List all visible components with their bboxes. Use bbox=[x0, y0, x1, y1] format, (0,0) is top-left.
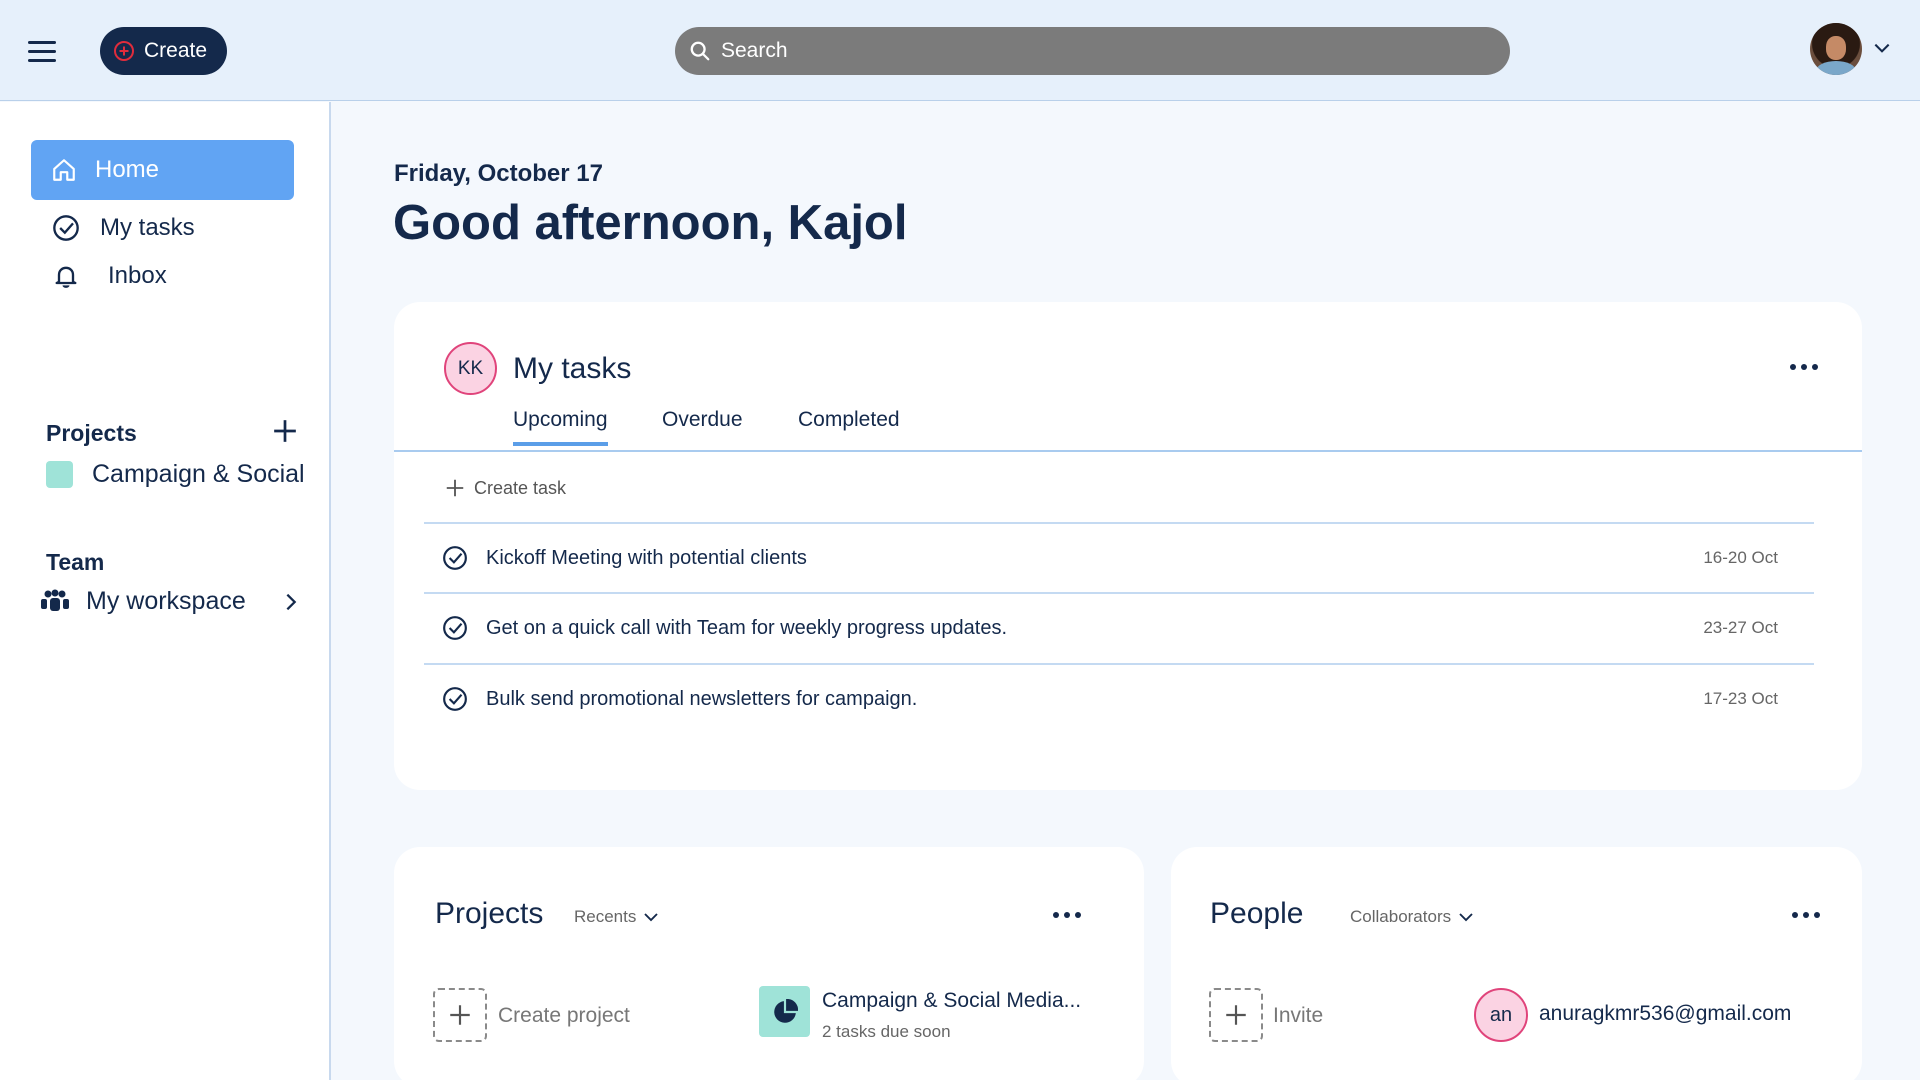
check-circle-icon[interactable] bbox=[442, 686, 468, 712]
task-row[interactable]: Bulk send promotional newsletters for ca… bbox=[424, 663, 1814, 733]
chevron-down-icon bbox=[644, 913, 659, 922]
plus-icon bbox=[446, 479, 464, 497]
create-project-button[interactable] bbox=[433, 988, 487, 1042]
sidebar-item-label: Campaign & Social bbox=[92, 460, 305, 488]
card-title: Projects bbox=[435, 897, 544, 930]
team-icon bbox=[41, 589, 69, 611]
task-title: Bulk send promotional newsletters for ca… bbox=[486, 687, 918, 710]
sidebar-item-label: My tasks bbox=[100, 214, 195, 241]
pie-chart-icon bbox=[773, 998, 798, 1023]
check-circle-icon bbox=[53, 215, 79, 241]
chevron-down-icon[interactable] bbox=[1872, 38, 1892, 58]
my-tasks-card: KK My tasks Upcoming Overdue Completed C… bbox=[394, 302, 1862, 790]
create-button[interactable]: Create bbox=[100, 27, 227, 75]
hamburger-menu-icon[interactable] bbox=[28, 34, 62, 68]
invite-label[interactable]: Invite bbox=[1273, 1004, 1323, 1028]
tab-upcoming[interactable]: Upcoming bbox=[513, 408, 608, 446]
projects-section-title: Projects bbox=[46, 420, 137, 446]
search-icon bbox=[690, 41, 710, 61]
search-bar[interactable] bbox=[675, 27, 1510, 75]
task-dates: 16-20 Oct bbox=[1703, 548, 1778, 567]
more-options-icon[interactable] bbox=[1788, 905, 1824, 925]
tab-overdue[interactable]: Overdue bbox=[662, 408, 743, 442]
sidebar-item-label: My workspace bbox=[86, 587, 246, 615]
sidebar-item-home[interactable]: Home bbox=[31, 140, 294, 200]
create-project-label[interactable]: Create project bbox=[498, 1004, 630, 1028]
plus-circle-icon bbox=[114, 41, 134, 61]
project-status: 2 tasks due soon bbox=[822, 1022, 951, 1041]
chevron-down-icon bbox=[1459, 913, 1473, 922]
check-circle-icon[interactable] bbox=[442, 615, 468, 641]
task-row[interactable]: Get on a quick call with Team for weekly… bbox=[424, 592, 1814, 662]
create-task-button[interactable]: Create task bbox=[444, 477, 566, 499]
collaborators-dropdown[interactable]: Collaborators bbox=[1350, 907, 1475, 927]
page-title: Good afternoon, Kajol bbox=[393, 196, 908, 250]
sidebar-item-label: Home bbox=[95, 156, 160, 183]
add-project-icon[interactable] bbox=[272, 418, 298, 444]
invite-button[interactable] bbox=[1209, 988, 1263, 1042]
create-task-label: Create task bbox=[474, 477, 567, 498]
home-icon bbox=[53, 159, 75, 181]
check-circle-icon[interactable] bbox=[442, 545, 468, 571]
sidebar-item-label: Inbox bbox=[108, 262, 167, 289]
create-button-label: Create bbox=[144, 39, 208, 62]
sidebar: Home My tasks Inbox Projects Campaign & … bbox=[0, 102, 331, 1080]
recents-dropdown[interactable]: Recents bbox=[574, 907, 660, 927]
project-color-swatch bbox=[46, 461, 73, 488]
dropdown-label: Recents bbox=[574, 907, 637, 926]
top-bar: Create bbox=[0, 0, 1920, 101]
task-title: Get on a quick call with Team for weekly… bbox=[486, 616, 1007, 639]
tab-completed[interactable]: Completed bbox=[798, 408, 900, 442]
task-dates: 23-27 Oct bbox=[1703, 618, 1778, 637]
avatar[interactable]: an bbox=[1474, 988, 1528, 1042]
plus-icon bbox=[450, 1005, 470, 1025]
task-title: Kickoff Meeting with potential clients bbox=[486, 546, 807, 569]
card-title: People bbox=[1210, 897, 1304, 930]
people-card: People Collaborators Invite an anuragkmr… bbox=[1171, 847, 1862, 1080]
projects-card: Projects Recents Create project Campaign… bbox=[394, 847, 1144, 1080]
team-section-title: Team bbox=[46, 549, 105, 575]
user-avatar[interactable] bbox=[1810, 23, 1862, 75]
more-options-icon[interactable] bbox=[1049, 905, 1085, 925]
chevron-right-icon[interactable] bbox=[280, 591, 302, 613]
task-tabs: Upcoming Overdue Completed bbox=[394, 402, 1862, 452]
sidebar-item-my-workspace[interactable]: My workspace bbox=[40, 587, 302, 616]
sidebar-item-campaign-social[interactable]: Campaign & Social bbox=[46, 460, 305, 489]
sidebar-item-my-tasks[interactable]: My tasks bbox=[52, 214, 195, 242]
sidebar-item-inbox[interactable]: Inbox bbox=[52, 262, 167, 290]
avatar: KK bbox=[444, 342, 497, 395]
project-name[interactable]: Campaign & Social Media... bbox=[822, 989, 1081, 1013]
task-row[interactable]: Kickoff Meeting with potential clients 1… bbox=[424, 522, 1814, 592]
plus-icon bbox=[1226, 1005, 1246, 1025]
bell-icon bbox=[55, 266, 77, 288]
dropdown-label: Collaborators bbox=[1350, 907, 1452, 926]
card-title: My tasks bbox=[513, 352, 632, 385]
search-input[interactable] bbox=[721, 39, 1481, 63]
more-options-icon[interactable] bbox=[1786, 357, 1822, 377]
person-email[interactable]: anuragkmr536@gmail.com bbox=[1539, 1002, 1791, 1026]
current-date: Friday, October 17 bbox=[394, 160, 603, 187]
project-icon[interactable] bbox=[759, 986, 810, 1037]
task-dates: 17-23 Oct bbox=[1703, 689, 1778, 708]
